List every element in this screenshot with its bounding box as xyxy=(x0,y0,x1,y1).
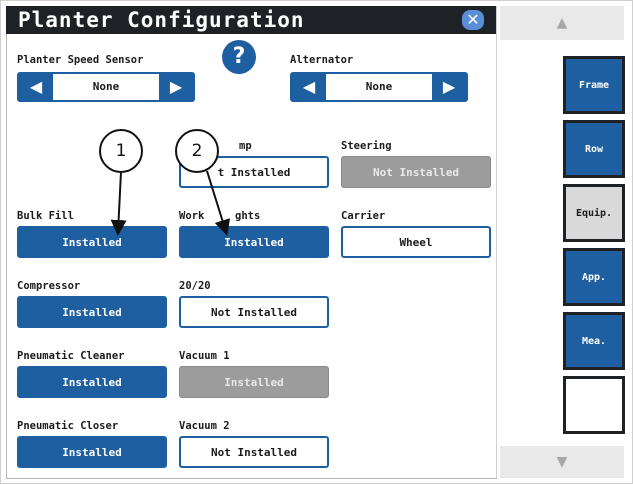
speed-sensor-label: Planter Speed Sensor xyxy=(17,54,144,66)
pneumatic-closer-label: Pneumatic Closer xyxy=(17,420,119,432)
alternator-value: None xyxy=(365,80,393,93)
sidebar-item-label: Frame xyxy=(578,79,610,91)
work-lights-value: Installed xyxy=(224,235,284,249)
vacuum2-toggle[interactable]: Not Installed xyxy=(179,436,329,468)
alternator-next-button[interactable]: ▶ xyxy=(432,74,466,100)
work-lights-label-a: Work xyxy=(179,210,205,222)
sidebar-item-measurement[interactable]: Mea. xyxy=(563,312,625,370)
sidebar-item-label: App. xyxy=(581,271,607,283)
steering-value: Not Installed xyxy=(372,165,460,179)
callout-1-number: 1 xyxy=(115,141,127,161)
compressor-label: Compressor xyxy=(17,280,81,292)
pneumatic-cleaner-label: Pneumatic Cleaner xyxy=(17,350,125,362)
callout-2-number: 2 xyxy=(191,141,203,161)
work-lights-label-b: ghts xyxy=(235,210,261,222)
twenty-twenty-value: Not Installed xyxy=(210,305,298,319)
pneumatic-closer-value: Installed xyxy=(62,445,122,459)
sidebar-item-frame[interactable]: Frame xyxy=(563,56,625,114)
close-button[interactable]: ✕ xyxy=(462,10,484,30)
sidebar-item-label: Equip. xyxy=(575,207,613,219)
vacuum2-value: Not Installed xyxy=(210,445,298,459)
bulk-fill-value: Installed xyxy=(62,235,122,249)
help-button[interactable]: ? xyxy=(222,40,256,74)
steering-label: Steering xyxy=(341,140,392,152)
pneumatic-cleaner-value: Installed xyxy=(62,375,122,389)
speed-sensor-value: None xyxy=(92,80,120,93)
window-title: Planter Configuration xyxy=(18,8,305,32)
chevron-up-icon: ▲ xyxy=(556,15,568,31)
sidebar-item-application[interactable]: App. xyxy=(563,248,625,306)
close-icon: ✕ xyxy=(466,10,480,29)
speed-sensor-selector: ◀ None ▶ xyxy=(17,72,195,102)
sidebar-item-row[interactable]: Row xyxy=(563,120,625,178)
arrow-right-icon: ▶ xyxy=(442,77,456,96)
arrow-right-icon: ▶ xyxy=(169,77,183,96)
bulk-fill-toggle[interactable]: Installed xyxy=(17,226,167,258)
scroll-up-button[interactable]: ▲ xyxy=(500,6,624,40)
alternator-prev-button[interactable]: ◀ xyxy=(292,74,326,100)
speed-sensor-prev-button[interactable]: ◀ xyxy=(19,74,53,100)
compressor-value: Installed xyxy=(62,305,122,319)
configuration-panel: Planter Speed Sensor ◀ None ▶ ? Alternat… xyxy=(6,34,497,479)
alternator-selector: ◀ None ▶ xyxy=(290,72,468,102)
chevron-down-icon: ▼ xyxy=(556,454,568,470)
compressor-toggle[interactable]: Installed xyxy=(17,296,167,328)
sidebar-item-label: Row xyxy=(584,143,604,155)
sidebar-item-equipment[interactable]: Equip. xyxy=(563,184,625,242)
pneumatic-cleaner-toggle[interactable]: Installed xyxy=(17,366,167,398)
pneumatic-closer-toggle[interactable]: Installed xyxy=(17,436,167,468)
help-icon: ? xyxy=(232,44,246,69)
vacuum1-toggle[interactable]: Installed xyxy=(179,366,329,398)
bulk-fill-label: Bulk Fill xyxy=(17,210,74,222)
vacuum1-label: Vacuum 1 xyxy=(179,350,230,362)
vacuum1-value: Installed xyxy=(224,375,284,389)
carrier-label: Carrier xyxy=(341,210,386,222)
work-lights-toggle[interactable]: Installed xyxy=(179,226,329,258)
steering-toggle[interactable]: Not Installed xyxy=(341,156,491,188)
speed-sensor-next-button[interactable]: ▶ xyxy=(159,74,193,100)
pump-label: mp xyxy=(239,140,252,152)
pump-value: t Installed xyxy=(217,165,291,179)
twenty-twenty-label: 20/20 xyxy=(179,280,211,292)
title-bar: Planter Configuration ✕ xyxy=(6,6,496,34)
carrier-toggle[interactable]: Wheel xyxy=(341,226,491,258)
arrow-left-icon: ◀ xyxy=(29,77,43,96)
carrier-value: Wheel xyxy=(399,235,433,249)
alternator-label: Alternator xyxy=(290,54,354,66)
vacuum2-label: Vacuum 2 xyxy=(179,420,230,432)
twenty-twenty-toggle[interactable]: Not Installed xyxy=(179,296,329,328)
sidebar-item-blank[interactable] xyxy=(563,376,625,434)
arrow-left-icon: ◀ xyxy=(302,77,316,96)
sidebar-item-label: Mea. xyxy=(581,335,607,347)
scroll-down-button[interactable]: ▼ xyxy=(500,446,624,478)
